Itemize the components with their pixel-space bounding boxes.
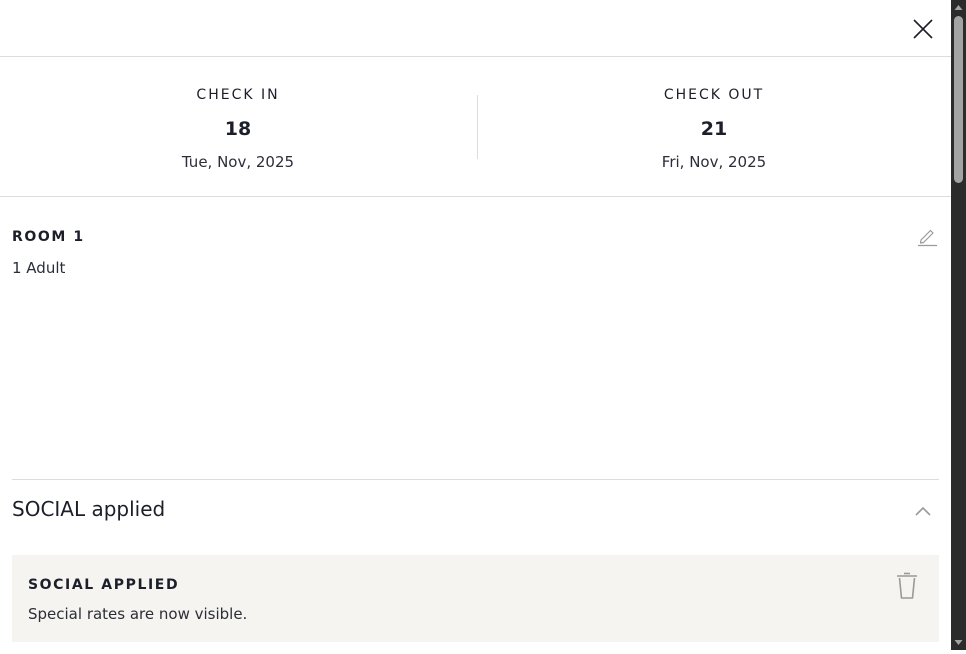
- room-section: ROOM 1 1 Adult: [12, 197, 939, 480]
- booking-summary-panel: CHECK IN 18 Tue, Nov, 2025 CHECK OUT 21 …: [0, 0, 951, 650]
- check-in-date: Tue, Nov, 2025: [181, 153, 295, 171]
- trash-icon: [897, 572, 917, 599]
- remove-promo-button[interactable]: [894, 571, 920, 601]
- room-title: ROOM 1: [12, 229, 85, 245]
- check-out-label: CHECK OUT: [663, 87, 765, 103]
- panel-header: [0, 0, 951, 57]
- vertical-scrollbar[interactable]: [951, 0, 966, 650]
- check-in-day: 18: [224, 118, 252, 140]
- edit-room-button[interactable]: [916, 225, 938, 247]
- check-out-date: Fri, Nov, 2025: [661, 153, 767, 171]
- stay-dates: CHECK IN 18 Tue, Nov, 2025 CHECK OUT 21 …: [0, 57, 951, 197]
- check-in-label: CHECK IN: [196, 87, 280, 103]
- scrollbar-thumb[interactable]: [954, 16, 963, 183]
- close-button[interactable]: [908, 14, 938, 44]
- check-out-section[interactable]: CHECK OUT 21 Fri, Nov, 2025: [476, 57, 951, 197]
- promo-title: SOCIAL applied: [12, 497, 166, 521]
- scroll-down-button[interactable]: [951, 635, 966, 650]
- arrow-up-icon: [954, 5, 963, 10]
- check-out-day: 21: [700, 118, 728, 140]
- promo-accordion-header[interactable]: SOCIAL applied: [12, 480, 939, 540]
- pencil-icon: [918, 229, 937, 247]
- room-guests: 1 Adult: [12, 259, 66, 277]
- collapse-promo-button[interactable]: [910, 498, 936, 524]
- chevron-up-icon: [915, 506, 931, 516]
- scroll-up-button[interactable]: [951, 0, 966, 15]
- arrow-down-icon: [954, 640, 963, 645]
- promo-box-title: SOCIAL APPLIED: [28, 577, 180, 593]
- promo-box-text: Special rates are now visible.: [28, 605, 248, 623]
- close-icon: [913, 19, 933, 39]
- promo-applied-box: SOCIAL APPLIED Special rates are now vis…: [12, 555, 939, 642]
- check-in-section[interactable]: CHECK IN 18 Tue, Nov, 2025: [0, 57, 476, 197]
